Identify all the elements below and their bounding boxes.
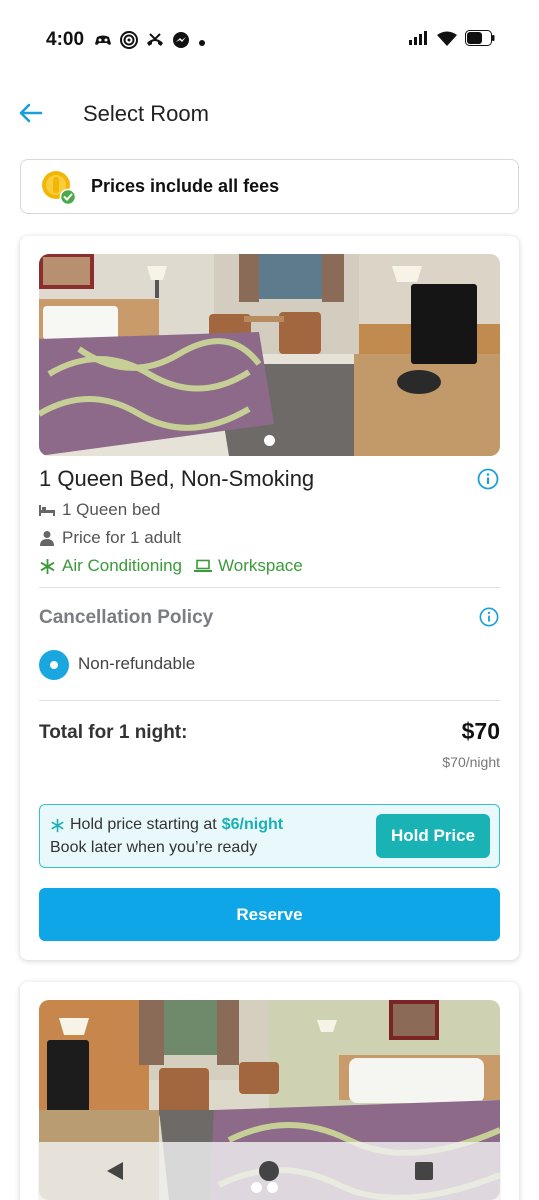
amenity-air-conditioning: Air Conditioning: [39, 556, 182, 576]
snowflake-icon: [51, 818, 64, 832]
carousel-indicator[interactable]: [264, 435, 275, 446]
wifi-icon: [437, 31, 457, 51]
snowflake-icon: [40, 558, 55, 574]
system-icons: [409, 30, 495, 51]
divider: [39, 700, 500, 701]
room-photo[interactable]: [39, 254, 500, 456]
game-controller-icon: [94, 32, 112, 53]
reserve-button[interactable]: Reserve: [39, 888, 500, 941]
amenity-label: Workspace: [218, 556, 303, 575]
square-recents-icon: [414, 1162, 433, 1180]
back-arrow-icon: [19, 103, 43, 123]
target-icon: [120, 31, 138, 54]
total-price: $70: [461, 718, 500, 744]
total-label: Total for 1 night:: [39, 722, 188, 743]
battery-icon: [465, 30, 495, 51]
hold-price-amount: $6/night: [221, 816, 284, 833]
status-time: 4:00: [46, 29, 85, 50]
non-refundable-radio[interactable]: [39, 650, 69, 680]
page-indicator-dots: [251, 1182, 278, 1193]
cancellation-info-icon[interactable]: [479, 607, 499, 627]
bed-text: 1 Queen bed: [62, 500, 161, 519]
occupancy-feature: Price for 1 adult: [39, 528, 181, 548]
room-title: 1 Queen Bed, Non-Smoking: [39, 466, 315, 491]
triangle-back-icon: [107, 1162, 124, 1180]
signal-icon: [409, 31, 429, 50]
hold-price-button[interactable]: Hold Price: [376, 814, 490, 858]
fee-banner-text: Prices include all fees: [91, 176, 280, 196]
nav-back-button[interactable]: [103, 1159, 127, 1183]
status-bar: 4:00: [0, 0, 539, 80]
messenger-icon: [172, 31, 190, 54]
per-night-price: $70/night: [442, 754, 500, 770]
fee-banner: Prices include all fees: [20, 159, 519, 214]
nav-recents-button[interactable]: [412, 1159, 436, 1183]
hold-price-line: Hold price starting at $6/night: [50, 816, 283, 834]
cancellation-title: Cancellation Policy: [39, 607, 214, 628]
divider: [39, 587, 500, 588]
amenity-list: Air Conditioning Workspace: [39, 556, 303, 576]
nav-home-button[interactable]: [257, 1159, 281, 1183]
room-card: 1 Queen Bed, Non-Smoking 1 Queen bed Pri…: [20, 236, 519, 960]
system-nav-bar: [38, 1142, 501, 1200]
app-header: Select Room: [0, 84, 539, 144]
laptop-icon: [194, 559, 213, 572]
bed-feature: 1 Queen bed: [39, 500, 160, 520]
bed-icon: [39, 505, 55, 516]
notification-icons: [94, 31, 206, 54]
occupancy-text: Price for 1 adult: [62, 528, 182, 547]
page-title: Select Room: [83, 101, 209, 126]
hold-price-text: Hold price starting at: [70, 816, 217, 833]
coin-check-icon: [41, 170, 77, 205]
missed-call-icon: [146, 32, 164, 53]
room-info-icon[interactable]: [477, 468, 499, 490]
amenity-label: Air Conditioning: [62, 556, 183, 575]
back-button[interactable]: [16, 98, 46, 128]
amenity-workspace: Workspace: [194, 556, 303, 576]
circle-home-icon: [259, 1161, 280, 1181]
person-icon: [40, 531, 54, 546]
hold-subtext: Book later when you’re ready: [50, 839, 258, 856]
non-refundable-label: Non-refundable: [78, 654, 196, 673]
dot-icon: [198, 34, 206, 52]
hold-price-box: Hold price starting at $6/night Book lat…: [39, 804, 500, 868]
